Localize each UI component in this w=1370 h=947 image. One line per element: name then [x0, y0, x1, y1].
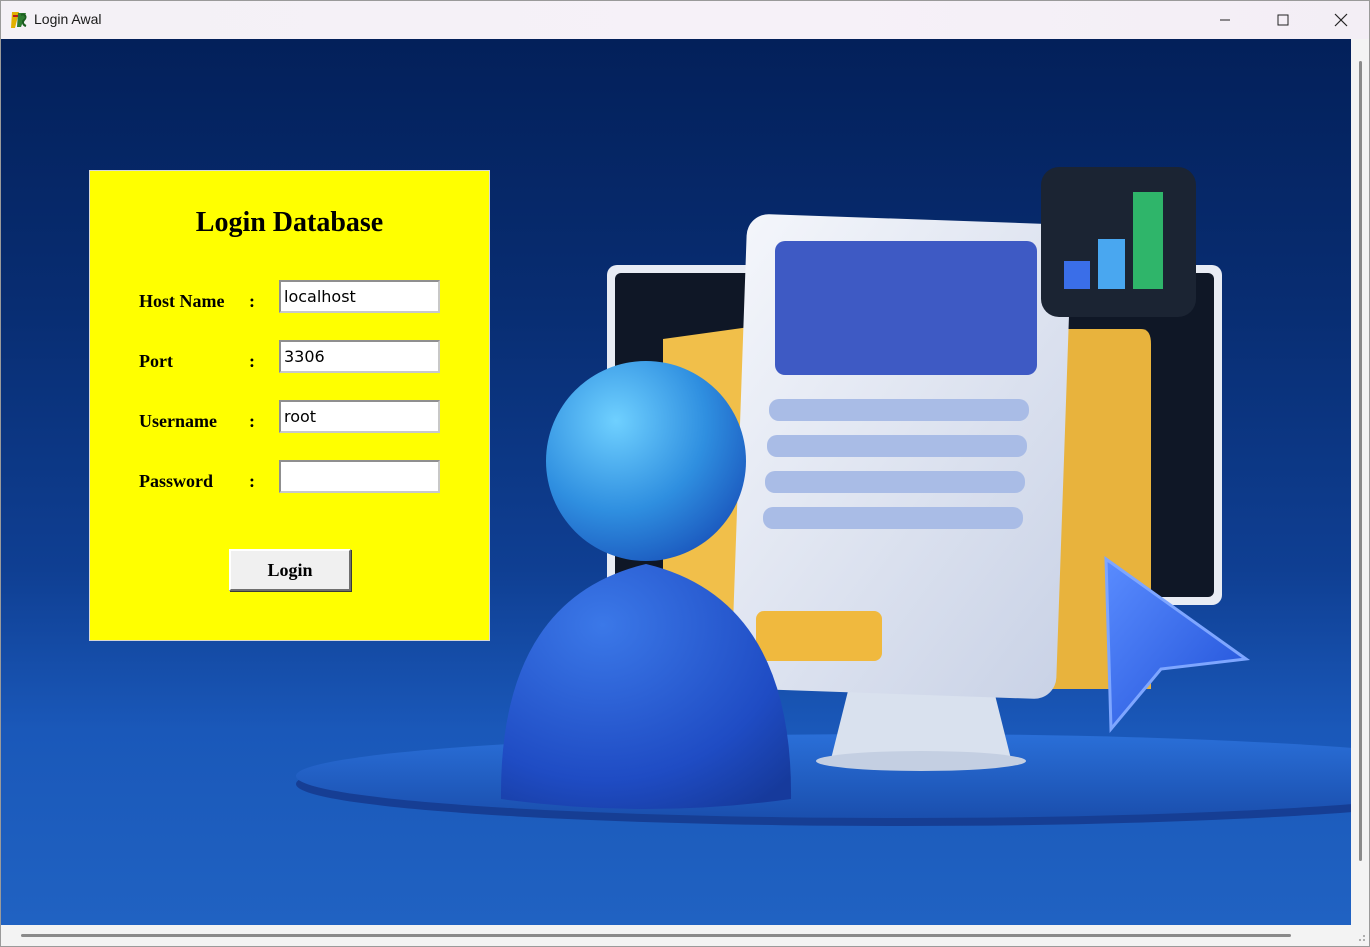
- password-colon: :: [249, 471, 255, 491]
- title-bar[interactable]: Login Awal: [1, 1, 1369, 39]
- close-button[interactable]: [1312, 1, 1370, 39]
- maximize-icon: [1277, 14, 1289, 26]
- client-area: Login Database Host Name : localhost Por…: [1, 39, 1351, 925]
- port-input[interactable]: 3306: [279, 340, 440, 373]
- java-app-icon: [11, 12, 27, 28]
- password-input[interactable]: [279, 460, 440, 493]
- port-colon: :: [249, 351, 255, 371]
- login-panel: Login Database Host Name : localhost Por…: [89, 170, 490, 641]
- login-title: Login Database: [195, 207, 384, 238]
- minimize-icon: [1220, 19, 1230, 21]
- horizontal-scroll-thumb[interactable]: [21, 934, 1291, 937]
- vertical-scroll-thumb[interactable]: [1359, 61, 1362, 861]
- user-head: [546, 361, 746, 561]
- username-input[interactable]: root: [279, 400, 440, 433]
- username-colon: :: [249, 411, 255, 431]
- host-name-input[interactable]: localhost: [279, 280, 440, 313]
- close-icon: [1334, 13, 1348, 27]
- port-label: Port: [139, 351, 173, 371]
- host-name-label: Host Name: [139, 291, 225, 311]
- username-label: Username: [139, 411, 217, 431]
- application-window: Login Awal Login Database Host Name: lo…: [0, 0, 1370, 947]
- horizontal-scrollbar[interactable]: [1, 925, 1351, 946]
- login-button[interactable]: Login: [229, 549, 351, 591]
- minimize-button[interactable]: [1196, 1, 1254, 39]
- maximize-button[interactable]: [1254, 1, 1312, 39]
- resize-grip-icon[interactable]: [1353, 929, 1367, 943]
- host-name-colon: :: [249, 291, 255, 311]
- vertical-scrollbar[interactable]: [1351, 39, 1369, 925]
- password-label: Password: [139, 471, 214, 491]
- window-title: Login Awal: [34, 11, 102, 27]
